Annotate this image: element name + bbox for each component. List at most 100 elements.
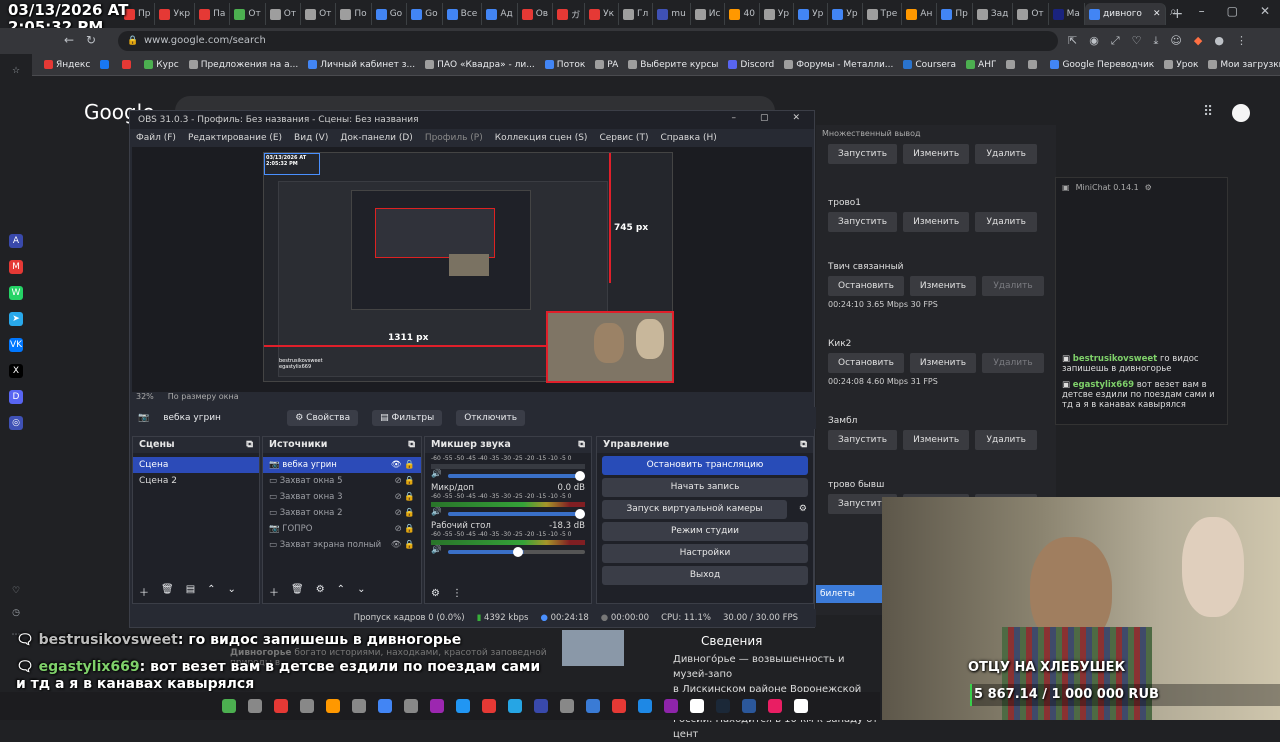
browser-tab[interactable]: Тре xyxy=(863,3,903,25)
move-up-icon[interactable]: ⌃ xyxy=(207,584,215,599)
bookmark-item[interactable]: Поток xyxy=(544,60,585,70)
bookmark-item[interactable]: PA xyxy=(595,60,618,70)
install-icon[interactable]: ⇱ xyxy=(1068,34,1077,48)
obs-menu-item[interactable]: Сервис (T) xyxy=(599,133,648,143)
obs-menu-item[interactable]: Справка (H) xyxy=(660,133,716,143)
taskbar-app-icon[interactable] xyxy=(586,699,600,713)
scene-item[interactable]: Сцена 2 xyxy=(133,473,259,489)
extension-2-icon[interactable]: ● xyxy=(1214,34,1224,48)
move-down-icon[interactable]: ⌄ xyxy=(228,584,236,599)
output-delete-button[interactable]: Удалить xyxy=(975,144,1038,164)
bookmark-heart-icon[interactable]: ♡ xyxy=(1132,34,1142,48)
browser-tab[interactable]: Go xyxy=(372,3,408,25)
taskbar-app-icon[interactable] xyxy=(482,699,496,713)
control-button[interactable]: Запуск виртуальной камеры ⚙ xyxy=(602,500,807,519)
minichat-settings-icon[interactable]: ⚙ xyxy=(1145,183,1152,192)
output-start-stop-button[interactable]: Остановить xyxy=(828,276,904,296)
output-start-stop-button[interactable]: Запустить xyxy=(828,212,898,232)
speaker-icon[interactable]: 🔊 xyxy=(431,507,442,517)
output-edit-button[interactable]: Изменить xyxy=(903,430,970,450)
whatsapp-icon[interactable]: W xyxy=(9,286,23,300)
camera-icon[interactable]: ◉ xyxy=(1089,34,1099,48)
taskbar-app-icon[interactable] xyxy=(768,699,782,713)
control-button[interactable]: Остановить трансляцию xyxy=(602,456,808,475)
obs-menu-item[interactable]: Док-панели (D) xyxy=(340,133,412,143)
taskbar-app-icon[interactable] xyxy=(248,699,262,713)
taskbar-app-icon[interactable] xyxy=(222,699,236,713)
disable-button[interactable]: Отключить xyxy=(456,410,526,426)
wiki-thumbnail[interactable] xyxy=(562,630,624,666)
lock-icon[interactable]: 🔒 xyxy=(404,460,415,470)
taskbar-app-icon[interactable] xyxy=(612,699,626,713)
maximize-icon[interactable]: ▢ xyxy=(1227,4,1238,19)
sidebar-app-1-icon[interactable]: A xyxy=(9,234,23,248)
address-bar[interactable]: 🔒 www.google.com/search xyxy=(118,31,1058,51)
taskbar-app-icon[interactable] xyxy=(794,699,808,713)
add-scene-icon[interactable]: ＋ xyxy=(139,584,149,599)
add-source-icon[interactable]: ＋ xyxy=(269,584,279,599)
control-button[interactable]: Выход xyxy=(602,566,808,585)
preview-canvas[interactable]: 03/13/2026 AT 2:05:32 PM bestrusikovswee… xyxy=(263,152,674,383)
bookmark-item[interactable]: Discord xyxy=(728,60,774,70)
bookmark-item[interactable]: Google Переводчик xyxy=(1050,60,1154,70)
taskbar-app-icon[interactable] xyxy=(560,699,574,713)
filters-button[interactable]: ▤ Фильтры xyxy=(372,410,443,426)
obs-close-icon[interactable]: ✕ xyxy=(792,113,800,123)
virtual-cam-settings-icon[interactable]: ⚙ xyxy=(799,500,807,519)
obs-menu-item[interactable]: Вид (V) xyxy=(294,133,328,143)
heart-icon[interactable]: ♡ xyxy=(9,584,23,598)
browser-tab[interactable]: От xyxy=(301,3,337,25)
output-start-stop-button[interactable]: Запустить xyxy=(828,144,898,164)
browser-tab[interactable]: Ур xyxy=(760,3,795,25)
volume-knob[interactable] xyxy=(575,509,585,519)
bookmark-item[interactable] xyxy=(100,60,112,69)
discord-icon[interactable]: D xyxy=(9,390,23,404)
taskbar-app-icon[interactable] xyxy=(716,699,730,713)
browser-tab[interactable]: Ур xyxy=(828,3,863,25)
dock-popout-icon[interactable]: ⧉ xyxy=(578,437,585,453)
browser-tab[interactable]: mu xyxy=(653,3,691,25)
output-edit-button[interactable]: Изменить xyxy=(903,212,970,232)
lock-icon[interactable]: 🔒 xyxy=(404,524,415,534)
bookmark-item[interactable] xyxy=(122,60,134,69)
source-item[interactable]: 📷 вебка угрин 👁 🔒 xyxy=(263,457,421,473)
output-edit-button[interactable]: Изменить xyxy=(903,144,970,164)
browser-tab[interactable]: Ук xyxy=(585,3,620,25)
speaker-icon[interactable]: 🔊 xyxy=(431,545,442,555)
sidebar-app-3-icon[interactable]: ◎ xyxy=(9,416,23,430)
output-start-stop-button[interactable]: Запустить xyxy=(828,430,898,450)
visibility-hidden-icon[interactable]: ⊘ xyxy=(395,508,405,518)
obs-menu-item[interactable]: Файл (F) xyxy=(136,133,176,143)
back-icon[interactable]: ← xyxy=(64,33,74,47)
browser-tab[interactable]: Пр xyxy=(937,3,973,25)
browser-tab[interactable]: Па xyxy=(195,3,231,25)
browser-tab[interactable]: Go xyxy=(407,3,443,25)
volume-slider[interactable] xyxy=(447,471,585,481)
obs-minimize-icon[interactable]: – xyxy=(731,113,736,123)
browser-tab[interactable]: Укр xyxy=(155,3,196,25)
move-up-icon[interactable]: ⌃ xyxy=(337,584,345,599)
browser-tab[interactable]: Ов xyxy=(518,3,554,25)
scene-item[interactable]: Сцена xyxy=(133,457,259,473)
browser-tab[interactable]: По xyxy=(336,3,372,25)
browser-tab[interactable]: Гл xyxy=(619,3,654,25)
bookmark-item[interactable]: АНГ xyxy=(966,60,996,70)
move-down-icon[interactable]: ⌄ xyxy=(357,584,365,599)
bookmark-item[interactable]: Личный кабинет з... xyxy=(308,60,415,70)
visibility-hidden-icon[interactable]: ⊘ xyxy=(395,524,405,534)
bookmark-item[interactable]: Яндекс xyxy=(44,60,90,70)
search-tabs-icon[interactable]: ⌕ xyxy=(1170,4,1177,19)
browser-tab[interactable]: От xyxy=(266,3,302,25)
browser-tab[interactable]: Ис xyxy=(691,3,726,25)
bookmark-item[interactable]: Курс xyxy=(144,60,179,70)
star-icon[interactable]: ☆ xyxy=(9,64,23,78)
browser-tab[interactable]: От xyxy=(1013,3,1049,25)
obs-preview[interactable]: 03/13/2026 AT 2:05:32 PM bestrusikovswee… xyxy=(132,147,812,392)
bookmark-item[interactable]: Форумы - Металли... xyxy=(784,60,893,70)
obs-menu-item[interactable]: Редактирование (E) xyxy=(188,133,282,143)
apps-grid-icon[interactable]: ⠿ xyxy=(1203,104,1213,120)
telegram-icon[interactable]: ➤ xyxy=(9,312,23,326)
obs-menu-item[interactable]: Профиль (P) xyxy=(425,133,483,143)
properties-button[interactable]: ⚙ Свойства xyxy=(287,410,359,426)
lock-icon[interactable]: 🔒 xyxy=(404,492,415,502)
